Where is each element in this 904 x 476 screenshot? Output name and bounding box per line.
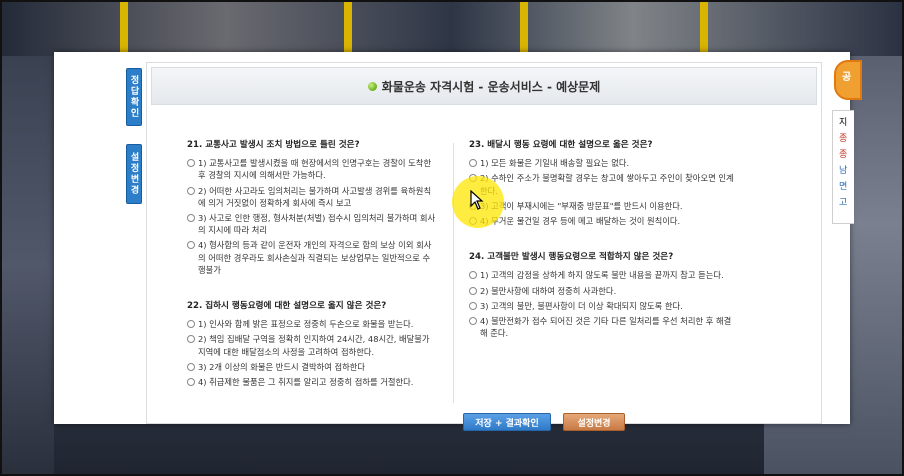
column-divider <box>453 143 454 403</box>
radio-button[interactable] <box>469 286 477 295</box>
radio-button[interactable] <box>469 159 477 168</box>
radio-button[interactable] <box>187 214 195 223</box>
question-block: 23. 배달시 행동 요령에 대한 설명으로 옳은 것은? 1) 모든 화물은 기… <box>469 139 735 227</box>
answer-option[interactable]: 4) 불만전화가 접수 되어진 것은 기타 다른 일처리를 우선 처리한 후 해… <box>469 315 735 339</box>
answer-option[interactable]: 4) 형사합의 등과 같이 운전자 개인의 자격으로 합의 보상 이외 회사의 … <box>187 239 437 276</box>
radio-button[interactable] <box>187 335 195 344</box>
answer-option[interactable]: 3) 2개 이상의 화물은 반드시 결박하여 접하한다 <box>187 361 437 373</box>
question-column-right: 23. 배달시 행동 요령에 대한 설명으로 옳은 것은? 1) 모든 화물은 기… <box>469 139 735 363</box>
question-title: 23. 배달시 행동 요령에 대한 설명으로 옳은 것은? <box>469 140 653 150</box>
answer-option-text: 3) 고객이 부재시에는 "부재중 방문표"를 반드시 이용한다. <box>480 200 683 211</box>
answer-option-text: 1) 고객의 감정을 상하게 하지 않도록 불만 내용을 끝까지 참고 듣는다. <box>480 270 724 281</box>
radio-button[interactable] <box>187 186 195 195</box>
side-badge[interactable]: 공 <box>834 60 862 100</box>
question-block: 21. 교통사고 발생시 조치 방법으로 틀린 것은? 1) 교통사고를 발생시켰… <box>187 139 437 276</box>
question-title: 24. 고객불만 발생시 행동요령으로 적합하지 않은 것은? <box>469 252 674 263</box>
answer-option-text: 3) 2개 이상의 화물은 반드시 결박하여 접하한다 <box>198 361 366 372</box>
answer-option[interactable]: 4) 무거운 물건일 경우 등에 메고 배달하는 것이 원칙이다. <box>469 215 735 227</box>
background-stripe <box>344 0 352 56</box>
background-stripe <box>520 0 528 56</box>
save-result-button[interactable]: 저장 + 결과확인 <box>463 413 551 431</box>
answer-option[interactable]: 1) 인사와 함께 밝은 표정으로 정중히 두손으로 화물을 받는다. <box>187 318 437 330</box>
background-left <box>0 56 54 476</box>
answer-option[interactable]: 3) 사고로 인한 행정, 형사처분(처벌) 접수시 임의처리 불가하며 회사의… <box>187 212 437 236</box>
answer-option-text: 4) 형사합의 등과 같이 운전자 개인의 자격으로 합의 보상 이외 회사의 … <box>198 240 432 275</box>
radio-button[interactable] <box>187 378 195 387</box>
answer-option[interactable]: 3) 고객이 부재시에는 "부재중 방문표"를 반드시 이용한다. <box>469 200 735 212</box>
question-title: 21. 교통사고 발생시 조치 방법으로 틀린 것은? <box>187 140 360 150</box>
answer-option[interactable]: 3) 고객의 불만, 불편사항이 더 이상 확대되지 않도록 한다. <box>469 300 735 312</box>
answer-option-text: 3) 사고로 인한 행정, 형사처분(처벌) 접수시 임의처리 불가하며 회사의… <box>198 213 436 236</box>
answer-option[interactable]: 1) 모든 화물은 기일내 배송할 필요는 없다. <box>469 157 735 169</box>
radio-button[interactable] <box>187 159 195 168</box>
question-column-left: 21. 교통사고 발생시 조치 방법으로 틀린 것은? 1) 교통사고를 발생시켰… <box>187 139 437 412</box>
answer-option[interactable]: 2) 불만사항에 대하여 정중히 사과한다. <box>469 285 735 297</box>
question-block: 24. 고객불만 발생시 행동요령으로 적합하지 않은 것은? 1) 고객의 감정… <box>469 251 735 339</box>
background-top <box>0 0 904 56</box>
answer-option[interactable]: 2) 어떠한 사고라도 임의처리는 불가하며 사고발생 경위를 육하원칙에 의거… <box>187 185 437 209</box>
radio-button[interactable] <box>187 362 195 371</box>
exam-window: 정답확인 설정변경 화물운송 자격시험 - 운송서비스 - 예상문제 21. 교… <box>54 52 850 431</box>
widget-item[interactable]: 면 <box>839 179 854 195</box>
tab-settings-change[interactable]: 설정변경 <box>126 144 142 204</box>
answer-option-text: 2) 수하인 주소가 불명확할 경우는 창고에 쌓아두고 주인이 찾아오면 인계… <box>480 173 734 195</box>
question-title: 22. 집하시 행동요령에 대한 설명으로 옳지 않은 것은? <box>187 301 387 312</box>
page-title: 화물운송 자격시험 - 운송서비스 - 예상문제 <box>151 67 817 105</box>
answer-option[interactable]: 1) 고객의 감정을 상하게 하지 않도록 불만 내용을 끝까지 참고 듣는다. <box>469 269 735 281</box>
radio-button[interactable] <box>187 320 195 329</box>
widget-item[interactable]: 지 <box>839 115 854 131</box>
widget-item[interactable]: 고 <box>839 195 854 211</box>
answer-option[interactable]: 1) 교통사고를 발생시켰을 때 현장에서의 인명구호는 경찰이 도착한 후 경… <box>187 157 437 181</box>
question-panel: 화물운송 자격시험 - 운송서비스 - 예상문제 21. 교통사고 발생시 조치… <box>146 62 822 431</box>
question-block: 22. 집하시 행동요령에 대한 설명으로 옳지 않은 것은? 1) 인사와 함께… <box>187 300 437 388</box>
settings-change-button[interactable]: 설정변경 <box>563 413 625 431</box>
radio-button[interactable] <box>469 271 477 280</box>
answer-option-text: 4) 취급제한 물품은 그 취지를 알리고 정중히 접하를 거절한다. <box>198 377 414 388</box>
page-title-text: 화물운송 자격시험 - 운송서비스 - 예상문제 <box>381 79 601 94</box>
tab-answer-check[interactable]: 정답확인 <box>126 68 142 126</box>
widget-item[interactable]: 종 <box>839 131 854 147</box>
answer-option-text: 1) 모든 화물은 기일내 배송할 필요는 없다. <box>480 158 630 169</box>
answer-option-text: 4) 불만전화가 접수 되어진 것은 기타 다른 일처리를 우선 처리한 후 해… <box>480 316 732 339</box>
right-side-widget: 지 종 종 남 면 고 <box>832 110 854 224</box>
answer-option-text: 4) 무거운 물건일 경우 등에 메고 배달하는 것이 원칙이다. <box>480 216 681 227</box>
answer-option-text: 1) 인사와 함께 밝은 표정으로 정중히 두손으로 화물을 받는다. <box>198 319 414 330</box>
widget-item[interactable]: 종 <box>839 147 854 163</box>
answer-option[interactable]: 4) 취급제한 물품은 그 취지를 알리고 정중히 접하를 거절한다. <box>187 376 437 388</box>
widget-item[interactable]: 남 <box>839 163 854 179</box>
answer-option[interactable]: 2) 책임 집배달 구역을 정확히 인지하여 24시간, 48시간, 배달불가 … <box>187 333 437 357</box>
background-stripe <box>700 0 708 56</box>
answer-option-text: 2) 어떠한 사고라도 임의처리는 불가하며 사고발생 경위를 육하원칙에 의거… <box>198 185 432 208</box>
radio-button[interactable] <box>187 241 195 250</box>
answer-option-text: 2) 책임 집배달 구역을 정확히 인지하여 24시간, 48시간, 배달불가 … <box>198 334 430 357</box>
green-dot-icon <box>367 81 377 91</box>
radio-button[interactable] <box>469 301 477 310</box>
background-stripe <box>120 0 128 56</box>
answer-option-text: 3) 고객의 불만, 불편사항이 더 이상 확대되지 않도록 한다. <box>480 300 683 311</box>
radio-button[interactable] <box>469 317 477 326</box>
answer-option-text: 2) 불만사항에 대하여 정중히 사과한다. <box>480 285 617 296</box>
answer-option[interactable]: 2) 수하인 주소가 불명확할 경우는 창고에 쌓아두고 주인이 찾아오면 인계… <box>469 172 735 196</box>
mouse-pointer-icon <box>470 190 484 210</box>
answer-option-text: 1) 교통사고를 발생시켰을 때 현장에서의 인명구호는 경찰이 도착한 후 경… <box>198 158 432 181</box>
